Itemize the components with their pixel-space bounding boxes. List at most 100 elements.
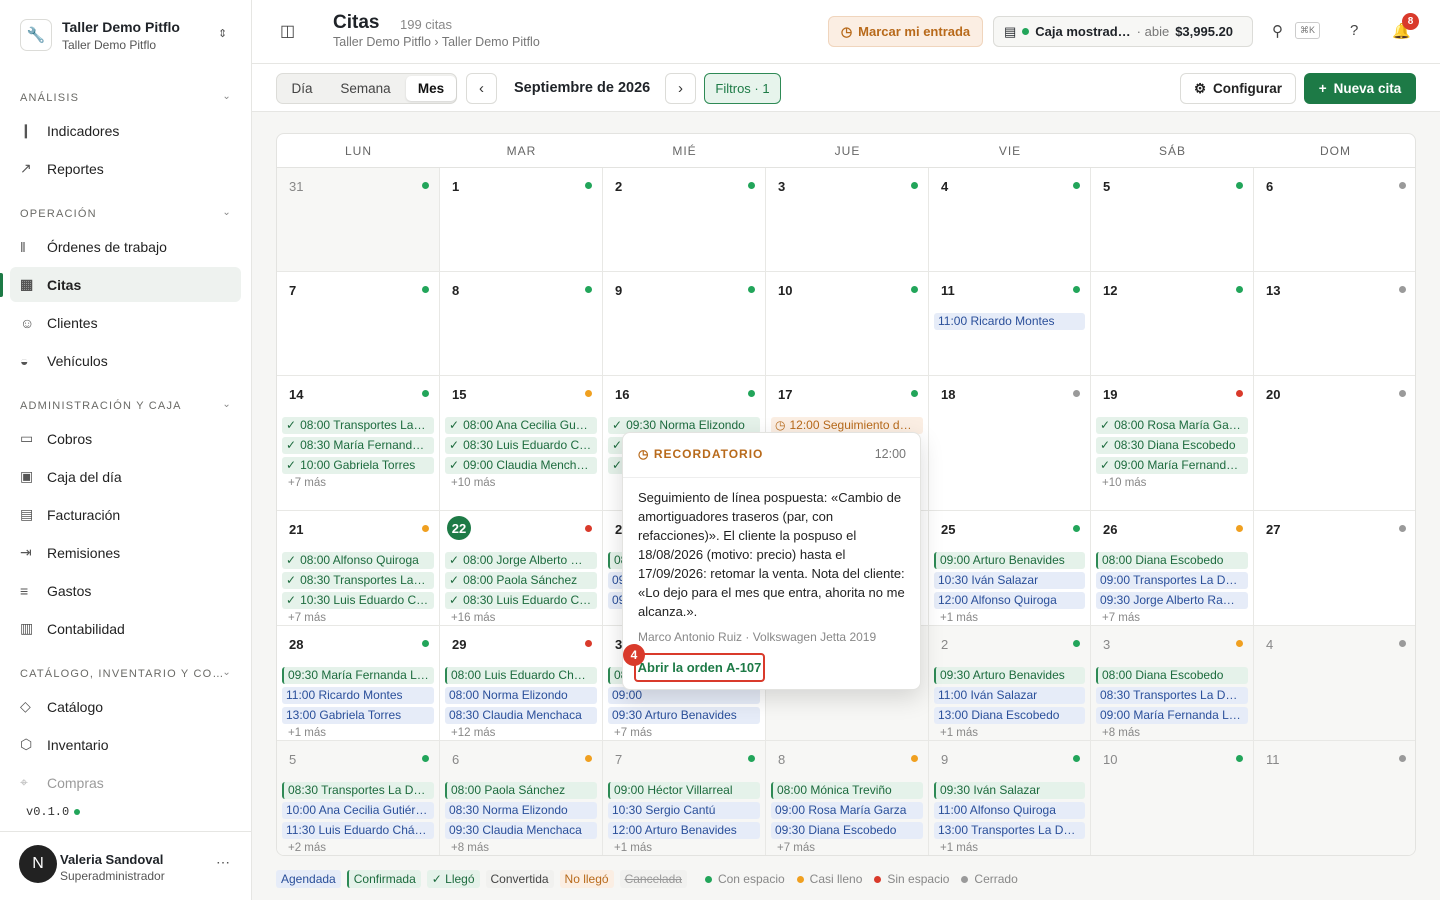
sidebar-item-reportes[interactable]: ↗ Reportes (10, 151, 241, 186)
day-cell[interactable]: 5 08:30 Transportes La D… 10:00 Ana Cecili… (277, 741, 440, 855)
day-cell[interactable]: 8 08:00 Mónica Treviño 09:00 Rosa María Ga… (766, 741, 929, 855)
sidebar-item-cobros[interactable]: ▭ Cobros (10, 421, 241, 456)
day-cell[interactable]: 2 09:30 Arturo Benavides 11:00 Iván Salaza… (929, 626, 1091, 741)
appointment-chip[interactable]: 10:30 Luis Eduardo C… (282, 592, 434, 609)
sidebar-item-compras[interactable]: ⌖ Compras (10, 765, 241, 800)
appointment-chip[interactable]: 09:30 Arturo Benavides (934, 667, 1085, 684)
more-link[interactable]: +8 más (451, 842, 489, 854)
appointment-chip[interactable]: 08:00 Transportes La… (282, 417, 434, 434)
more-link[interactable]: +7 más (288, 477, 326, 489)
appointment-chip[interactable]: 10:30 Iván Salazar (934, 572, 1085, 589)
sidebar-section-header[interactable]: ANÁLISIS ⌄ (20, 91, 232, 104)
sidebar-section-header[interactable]: OPERACIÓN ⌄ (20, 207, 232, 220)
appointment-chip[interactable]: 08:00 Jorge Alberto … (445, 552, 597, 569)
search-icon[interactable]: ⚲ (1272, 22, 1283, 40)
day-cell[interactable]: 11 (1254, 741, 1415, 855)
appointment-chip[interactable]: 09:00 Arturo Benavides (934, 552, 1085, 569)
appointment-chip[interactable]: 08:00 Diana Escobedo (1096, 667, 1248, 684)
day-cell[interactable]: 11 11:00 Ricardo Montes (929, 272, 1091, 376)
more-icon[interactable]: ⋯ (216, 854, 230, 871)
day-cell[interactable]: 5 (1091, 168, 1254, 272)
appointment-chip[interactable]: 09:00 María Fernanda L… (1096, 707, 1248, 724)
sidebar-item-gastos[interactable]: ≡ Gastos (10, 573, 241, 608)
day-cell[interactable]: 2 (603, 168, 766, 272)
workspace-switcher[interactable]: 🔧 Taller Demo Pitflo Taller Demo Pitflo … (20, 17, 240, 53)
appointment-chip[interactable]: 10:00 Gabriela Torres (282, 457, 434, 474)
day-cell[interactable]: 10 (1091, 741, 1254, 855)
next-month-button[interactable]: › (665, 73, 696, 104)
appointment-chip[interactable]: 08:00 Paola Sánchez (445, 782, 597, 799)
sidebar-item--rdenes-de-trabajo[interactable]: ‖ Órdenes de trabajo (10, 229, 241, 264)
more-link[interactable]: +12 más (451, 727, 495, 739)
day-cell[interactable]: 13 (1254, 272, 1415, 376)
appointment-chip[interactable]: 08:30 Norma Elizondo (445, 802, 597, 819)
day-cell[interactable]: 8 (440, 272, 603, 376)
more-link[interactable]: +1 más (940, 612, 978, 624)
sidebar-item-cat-logo[interactable]: ◇ Catálogo (10, 689, 241, 724)
sidebar-item-contabilidad[interactable]: ▥ Contabilidad (10, 611, 241, 646)
day-cell[interactable]: 7 09:00 Héctor Villarreal 10:30 Sergio Can… (603, 741, 766, 855)
user-profile[interactable]: N Valeria Sandoval Superadministrador ⋯ (0, 831, 252, 900)
appointment-chip[interactable]: 13:00 Transportes La D… (934, 822, 1085, 839)
configure-button[interactable]: ⚙ Configurar (1180, 73, 1296, 104)
appointment-chip[interactable]: 09:00 Transportes La D… (1096, 572, 1248, 589)
appointment-chip[interactable]: 08:30 Transportes La D… (282, 782, 434, 799)
sidebar-item-inventario[interactable]: ⬡ Inventario (10, 727, 241, 762)
appointment-chip[interactable]: 10:00 Ana Cecilia Gutiér… (282, 802, 434, 819)
new-appointment-button[interactable]: + Nueva cita (1304, 73, 1416, 104)
more-link[interactable]: +1 más (940, 727, 978, 739)
appointment-chip[interactable]: 09:00 Rosa María Garza (771, 802, 923, 819)
more-link[interactable]: +10 más (451, 477, 495, 489)
more-link[interactable]: +7 más (777, 842, 815, 854)
day-cell[interactable]: 25 09:00 Arturo Benavides 10:30 Iván Salaz… (929, 511, 1091, 626)
sidebar-toggle-icon[interactable]: ◫ (280, 21, 295, 41)
appointment-chip[interactable]: 09:00 Héctor Villarreal (608, 782, 760, 799)
filters-button[interactable]: Filtros · 1 (704, 73, 781, 104)
open-order-link[interactable]: Abrir la orden A-107 (634, 653, 765, 682)
appointment-chip[interactable]: 11:00 Iván Salazar (934, 687, 1085, 704)
appointment-chip[interactable]: 09:30 María Fernanda L… (282, 667, 434, 684)
sidebar-section-header[interactable]: CATÁLOGO, INVENTARIO Y CO… ⌄ (20, 667, 232, 680)
day-cell[interactable]: 9 (603, 272, 766, 376)
more-link[interactable]: +10 más (1102, 477, 1146, 489)
day-cell[interactable]: 1 (440, 168, 603, 272)
appointment-chip[interactable]: 08:00 Mónica Treviño (771, 782, 923, 799)
appointment-chip[interactable]: 10:30 Sergio Cantú (608, 802, 760, 819)
day-cell[interactable]: 20 (1254, 376, 1415, 511)
view-day[interactable]: Día (279, 76, 325, 101)
appointment-chip[interactable]: 09:30 Claudia Menchaca (445, 822, 597, 839)
more-link[interactable]: +16 más (451, 612, 495, 624)
sidebar-item-caja-del-d-a[interactable]: ▣ Caja del día (10, 459, 241, 494)
sidebar-item-citas[interactable]: ▦ Citas (10, 267, 241, 302)
prev-month-button[interactable]: ‹ (466, 73, 497, 104)
appointment-chip[interactable]: 09:30 Diana Escobedo (771, 822, 923, 839)
day-cell[interactable]: 4 (929, 168, 1091, 272)
more-link[interactable]: +1 más (940, 842, 978, 854)
appointment-chip[interactable]: 08:30 Transportes La D… (1096, 687, 1248, 704)
day-cell[interactable]: 12 (1091, 272, 1254, 376)
appointment-chip[interactable]: 12:00 Arturo Benavides (608, 822, 760, 839)
day-cell[interactable]: 26 08:00 Diana Escobedo 09:00 Transportes … (1091, 511, 1254, 626)
appointment-chip[interactable]: 11:00 Ricardo Montes (934, 313, 1085, 330)
appointment-chip[interactable]: 08:00 Ana Cecilia Gu… (445, 417, 597, 434)
sidebar-item-clientes[interactable]: ☺ Clientes (10, 305, 241, 340)
more-link[interactable]: +2 más (288, 842, 326, 854)
day-cell[interactable]: 9 09:30 Iván Salazar 11:00 Alfonso Quiroga… (929, 741, 1091, 855)
day-cell[interactable]: 27 (1254, 511, 1415, 626)
more-link[interactable]: +7 más (614, 727, 652, 739)
appointment-chip[interactable]: 12:00 Alfonso Quiroga (934, 592, 1085, 609)
day-cell[interactable]: 6 08:00 Paola Sánchez 08:30 Norma Elizondo… (440, 741, 603, 855)
day-cell[interactable]: 3 (766, 168, 929, 272)
appointment-chip[interactable]: 08:00 Norma Elizondo (445, 687, 597, 704)
sidebar-item-facturaci-n[interactable]: ▤ Facturación (10, 497, 241, 532)
sidebar-item-remisiones[interactable]: ⇥ Remisiones (10, 535, 241, 570)
more-link[interactable]: +7 más (288, 612, 326, 624)
appointment-chip[interactable]: 08:00 Rosa María Ga… (1096, 417, 1248, 434)
appointment-chip[interactable]: 08:30 Luis Eduardo C… (445, 592, 597, 609)
appointment-chip[interactable]: 09:30 Arturo Benavides (608, 707, 760, 724)
cash-register-selector[interactable]: ▤ Caja mostrad… · abie $3,995.20 (993, 16, 1253, 47)
day-cell[interactable]: 10 (766, 272, 929, 376)
appointment-chip[interactable]: 08:00 Luis Eduardo Ch… (445, 667, 597, 684)
more-link[interactable]: +1 más (288, 727, 326, 739)
appointment-chip[interactable]: 11:00 Alfonso Quiroga (934, 802, 1085, 819)
